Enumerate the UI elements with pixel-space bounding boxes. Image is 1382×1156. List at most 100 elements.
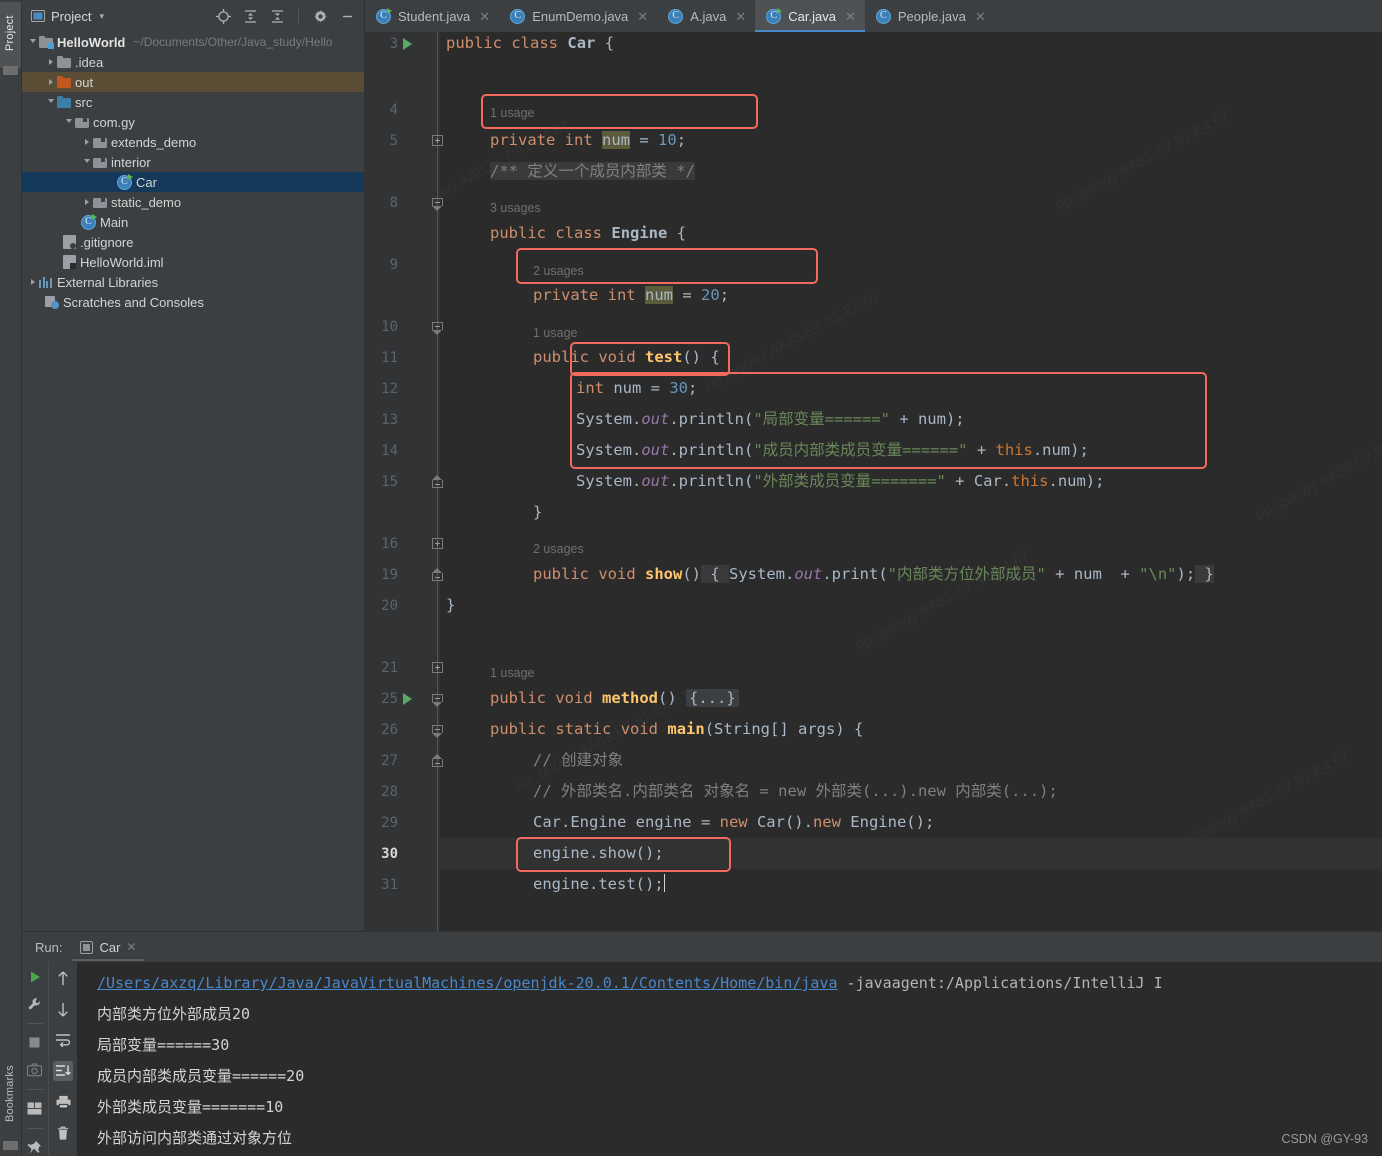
editor-tabs-bar: C Student.java ✕ C EnumDemo.java ✕ C A.j… xyxy=(365,0,1382,32)
jdk-path-link[interactable]: /Users/axzq/Library/Java/JavaVirtualMach… xyxy=(97,974,838,992)
tree-node-idea[interactable]: .idea xyxy=(21,52,364,72)
code-line-26[interactable]: // 创建对象 xyxy=(533,745,623,776)
code-line-12[interactable]: System.out.println("局部变量======" + num); xyxy=(576,404,965,435)
intellij-idea-window: Project Bookmarks Project ▾ C Student.ja… xyxy=(0,0,1382,1156)
pin-icon[interactable] xyxy=(25,1138,45,1156)
usage-hint[interactable]: 2 usages xyxy=(533,538,584,560)
code-line-10[interactable]: public void test() { xyxy=(533,342,720,373)
editor-gutter[interactable]: 3 4 5 8 9 10 11 12 13 14 15 16 19 20 21 … xyxy=(365,32,443,932)
code-line-11[interactable]: int num = 30; xyxy=(576,373,697,404)
code-line-5[interactable]: /** 定义一个成员内部类 */ xyxy=(490,156,695,187)
editor-tab-people[interactable]: C People.java ✕ xyxy=(865,0,995,32)
code-line-9[interactable]: private int num = 20; xyxy=(533,280,729,311)
line-number: 20 xyxy=(381,597,398,614)
scratches-icon xyxy=(45,295,59,309)
code-line-29[interactable]: engine.show(); xyxy=(533,838,664,869)
tree-node-iml[interactable]: HelloWorld.iml xyxy=(21,252,364,272)
top-row: Project ▾ C Student.java ✕ C EnumDemo.ja… xyxy=(21,0,1382,32)
run-gutter-icon[interactable] xyxy=(398,692,416,705)
run-gutter-icon[interactable] xyxy=(398,37,416,50)
code-line-13[interactable]: System.out.println("成员内部类成员变量======" + t… xyxy=(576,435,1089,466)
close-icon[interactable]: ✕ xyxy=(637,10,648,23)
up-arrow-icon[interactable] xyxy=(53,968,73,988)
tool-window-tab-bookmarks[interactable]: Bookmarks xyxy=(0,1054,21,1134)
tree-node-gitignore[interactable]: .gitignore xyxy=(21,232,364,252)
tree-node-interior[interactable]: interior xyxy=(21,152,364,172)
settings-gear-icon[interactable] xyxy=(312,8,328,24)
scroll-to-end-icon[interactable] xyxy=(53,1061,73,1081)
code-line-4[interactable]: private int num = 10; xyxy=(490,125,686,156)
chevron-right-icon[interactable] xyxy=(27,276,39,288)
code-content[interactable]: public class Car { 1 usage private int n… xyxy=(440,32,1382,932)
console-command-line[interactable]: /Users/axzq/Library/Java/JavaVirtualMach… xyxy=(97,968,1382,999)
print-icon[interactable] xyxy=(53,1092,73,1112)
code-line-19[interactable]: } xyxy=(446,590,455,621)
hide-panel-icon[interactable] xyxy=(339,8,355,24)
rerun-icon[interactable] xyxy=(25,968,45,986)
expand-all-icon[interactable] xyxy=(242,8,258,24)
soft-wrap-icon[interactable] xyxy=(53,1030,73,1050)
tree-node-scratches[interactable]: Scratches and Consoles xyxy=(21,292,364,312)
chevron-down-icon[interactable] xyxy=(63,116,75,128)
code-line-25[interactable]: public static void main(String[] args) { xyxy=(490,714,863,745)
usage-hint[interactable]: 3 usages xyxy=(490,197,541,219)
console-output[interactable]: /Users/axzq/Library/Java/JavaVirtualMach… xyxy=(77,962,1382,1156)
code-editor[interactable]: op_guowy AA83:E7:91:E4:67 op_guowy AA83:… xyxy=(365,32,1382,932)
folder-icon xyxy=(57,76,71,88)
tree-node-external-libraries[interactable]: External Libraries xyxy=(21,272,364,292)
tree-node-car[interactable]: C Car xyxy=(21,172,364,192)
stop-icon[interactable] xyxy=(25,1034,45,1052)
tool-window-tab-project[interactable]: Project xyxy=(0,2,21,68)
editor-tab-car[interactable]: C Car.java ✕ xyxy=(755,0,865,32)
close-icon[interactable]: ✕ xyxy=(126,940,136,954)
close-icon[interactable]: ✕ xyxy=(479,10,490,23)
editor-tab-enumdemo[interactable]: C EnumDemo.java ✕ xyxy=(499,0,657,32)
chevron-right-icon[interactable] xyxy=(81,196,93,208)
tree-node-src[interactable]: src xyxy=(21,92,364,112)
camera-icon[interactable] xyxy=(25,1062,45,1080)
line-number: 14 xyxy=(381,442,398,459)
close-icon[interactable]: ✕ xyxy=(975,10,986,23)
code-line-8[interactable]: public class Engine { xyxy=(490,218,686,249)
locate-icon[interactable] xyxy=(215,8,231,24)
usage-hint[interactable]: 1 usage xyxy=(490,662,534,684)
close-icon[interactable]: ✕ xyxy=(735,10,746,23)
editor-tab-a[interactable]: C A.java ✕ xyxy=(657,0,755,32)
tree-node-com-gy[interactable]: com.gy xyxy=(21,112,364,132)
tree-node-extends-demo[interactable]: extends_demo xyxy=(21,132,364,152)
line-number: 27 xyxy=(381,752,398,769)
chevron-right-icon[interactable] xyxy=(81,136,93,148)
tree-node-main[interactable]: C Main xyxy=(21,212,364,232)
code-line-21[interactable]: public void method() {...} xyxy=(490,683,739,714)
collapse-all-icon[interactable] xyxy=(269,8,285,24)
tree-node-static-demo[interactable]: static_demo xyxy=(21,192,364,212)
folder-icon xyxy=(57,56,71,68)
layout-settings-icon[interactable] xyxy=(25,1100,45,1118)
down-arrow-icon[interactable] xyxy=(53,999,73,1019)
run-configuration-tab[interactable]: Car ✕ xyxy=(72,933,145,961)
usage-hint[interactable]: 1 usage xyxy=(490,102,534,124)
editor-tab-student[interactable]: C Student.java ✕ xyxy=(365,0,499,32)
code-line-16[interactable]: public void show() { System.out.print("内… xyxy=(533,559,1214,590)
edit-configuration-icon[interactable] xyxy=(25,996,45,1014)
code-line-3[interactable]: public class Car { xyxy=(446,32,614,59)
trash-icon[interactable] xyxy=(53,1123,73,1143)
chevron-right-icon[interactable] xyxy=(45,76,57,88)
chevron-down-icon[interactable] xyxy=(45,96,57,108)
code-line-30[interactable]: engine.test(); xyxy=(533,869,666,900)
chevron-down-icon[interactable] xyxy=(81,156,93,168)
usage-hint[interactable]: 2 usages xyxy=(533,260,584,282)
code-line-28[interactable]: Car.Engine engine = new Car().new Engine… xyxy=(533,807,934,838)
tree-node-helloworld[interactable]: HelloWorld ~/Documents/Other/Java_study/… xyxy=(21,32,364,52)
usage-hint[interactable]: 1 usage xyxy=(533,322,577,344)
code-line-15[interactable]: } xyxy=(533,497,542,528)
tree-node-out[interactable]: out xyxy=(21,72,364,92)
line-number: 8 xyxy=(389,194,398,211)
project-tree[interactable]: HelloWorld ~/Documents/Other/Java_study/… xyxy=(21,32,365,932)
chevron-down-icon[interactable]: ▾ xyxy=(99,11,104,22)
chevron-right-icon[interactable] xyxy=(45,56,57,68)
chevron-down-icon[interactable] xyxy=(27,36,39,48)
close-icon[interactable]: ✕ xyxy=(845,10,856,23)
code-line-14[interactable]: System.out.println("外部类成员变量=======" + Ca… xyxy=(576,466,1104,497)
code-line-27[interactable]: // 外部类名.内部类名 对象名 = new 外部类(...).new 内部类(… xyxy=(533,776,1058,807)
